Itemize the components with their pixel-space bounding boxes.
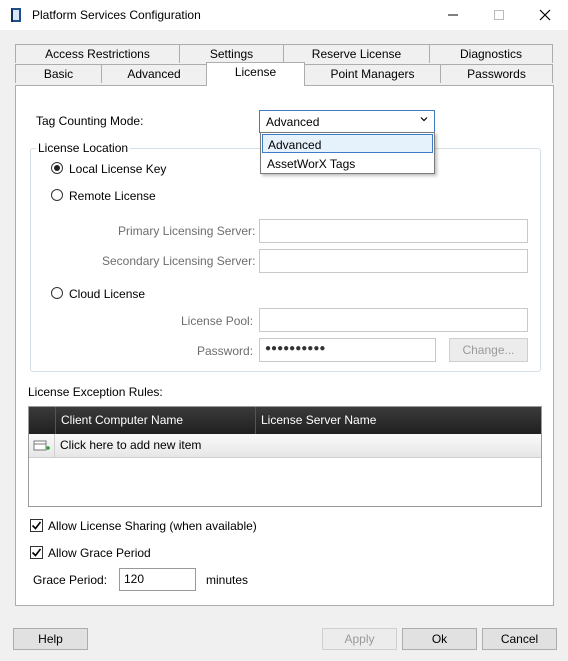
secondary-licensing-server-label: Secondary Licensing Server: — [102, 254, 256, 268]
license-exception-rules-label: License Exception Rules: — [28, 385, 163, 399]
tag-counting-mode-combobox[interactable]: Advanced — [259, 110, 435, 133]
tag-counting-mode-value: Advanced — [266, 115, 320, 129]
tab-basic[interactable]: Basic — [15, 64, 102, 83]
license-pool-label: License Pool: — [181, 314, 254, 328]
ok-button[interactable]: Ok — [402, 628, 477, 650]
change-password-button[interactable]: Change... — [449, 338, 528, 362]
minimize-button[interactable] — [430, 0, 476, 30]
row-selector — [29, 434, 55, 458]
grace-period-input[interactable]: 120 — [119, 568, 196, 591]
help-button[interactable]: Help — [13, 628, 88, 650]
local-license-radio[interactable] — [51, 162, 63, 174]
add-new-item-text[interactable]: Click here to add new item — [60, 434, 201, 458]
apply-button[interactable]: Apply — [322, 628, 397, 650]
tag-counting-mode-label: Tag Counting Mode: — [36, 114, 144, 128]
dropdown-option-assetworx-tags[interactable]: AssetWorX Tags — [262, 154, 433, 173]
password-input[interactable]: ●●●●●●●●●● — [259, 338, 436, 362]
password-label: Password: — [197, 344, 254, 358]
dropdown-option-advanced[interactable]: Advanced — [262, 134, 433, 153]
local-license-label[interactable]: Local License Key — [69, 162, 166, 176]
allow-grace-period-checkbox[interactable] — [30, 546, 43, 559]
grid-header: Client Computer Name License Server Name — [29, 407, 541, 434]
chevron-down-icon — [420, 117, 428, 122]
primary-licensing-server-label: Primary Licensing Server: — [118, 224, 256, 238]
minimize-icon — [448, 14, 458, 16]
secondary-licensing-server-input[interactable] — [259, 249, 528, 273]
checkmark-icon — [31, 521, 42, 530]
cancel-button[interactable]: Cancel — [482, 628, 557, 650]
tab-access-restrictions[interactable]: Access Restrictions — [15, 44, 180, 63]
tab-diagnostics[interactable]: Diagnostics — [429, 44, 553, 63]
allow-grace-period-label[interactable]: Allow Grace Period — [48, 546, 151, 560]
book-icon — [11, 8, 21, 22]
tab-advanced[interactable]: Advanced — [101, 64, 207, 83]
tab-passwords[interactable]: Passwords — [440, 64, 553, 83]
close-button[interactable] — [522, 0, 568, 30]
close-icon — [539, 9, 551, 21]
cloud-license-label[interactable]: Cloud License — [69, 287, 145, 301]
window-title: Platform Services Configuration — [32, 8, 201, 22]
tag-counting-mode-dropdown: Advanced AssetWorX Tags — [260, 132, 435, 174]
remote-license-radio[interactable] — [51, 189, 63, 201]
add-row-icon — [33, 440, 50, 451]
remote-license-label[interactable]: Remote License — [69, 189, 156, 203]
primary-licensing-server-input[interactable] — [259, 219, 528, 243]
maximize-icon — [494, 10, 504, 20]
add-new-item-row[interactable]: Click here to add new item — [29, 434, 541, 458]
allow-license-sharing-label[interactable]: Allow License Sharing (when available) — [48, 519, 257, 533]
tab-reserve-license[interactable]: Reserve License — [283, 44, 430, 63]
cloud-license-radio[interactable] — [51, 287, 63, 299]
tab-settings[interactable]: Settings — [179, 44, 284, 63]
column-header-client-computer-name[interactable]: Client Computer Name — [55, 407, 255, 434]
column-header-license-server-name[interactable]: License Server Name — [255, 407, 541, 434]
grace-period-unit: minutes — [206, 573, 249, 587]
license-pool-input[interactable] — [259, 308, 528, 332]
license-exception-grid: Client Computer Name License Server Name… — [28, 406, 542, 507]
tab-license[interactable]: License — [206, 62, 305, 86]
checkmark-icon — [31, 548, 42, 557]
license-location-legend: License Location — [36, 141, 131, 155]
maximize-button[interactable] — [476, 0, 522, 30]
grace-period-label: Grace Period: — [33, 573, 108, 587]
tab-point-managers[interactable]: Point Managers — [304, 64, 441, 83]
allow-license-sharing-checkbox[interactable] — [30, 519, 43, 532]
